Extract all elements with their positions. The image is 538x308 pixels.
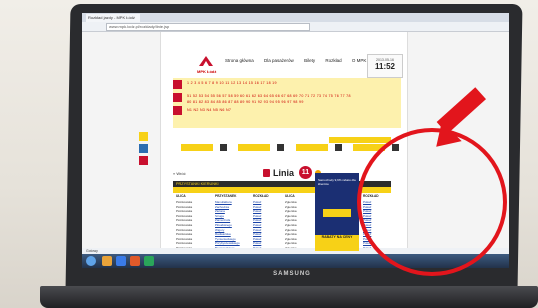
laptop-brand: SAMSUNG (273, 271, 311, 277)
table-cell: Piotrkowska (176, 209, 193, 214)
filter-chip-arrow[interactable] (334, 144, 342, 151)
filter-chip[interactable] (181, 144, 213, 151)
night-bus-icon (173, 106, 182, 115)
clock-time: 11:52 (374, 62, 396, 71)
table-cell: Piotrkowska (176, 204, 193, 209)
mpk-logo-icon (199, 56, 213, 66)
folder-icon[interactable] (102, 256, 112, 266)
lookup-box[interactable] (329, 137, 391, 143)
side-tabs (139, 132, 149, 168)
column-header: ULICA (285, 194, 295, 198)
table-cell: Piotrkowska (176, 218, 193, 223)
browser-tab[interactable]: Rozkład jazdy - MPK Łódź (86, 14, 140, 22)
table-cell[interactable]: Tymienieckiego (215, 237, 236, 241)
ad-body: Samochody 9,9% rabatu dla klientów (318, 178, 356, 186)
filter-chip[interactable] (238, 144, 271, 151)
browser-tabbar: Rozkład jazdy - MPK Łódź (82, 13, 509, 22)
table-cell[interactable]: Pokaż (253, 200, 261, 204)
column-header: ULICA (176, 194, 186, 198)
browser-icon[interactable] (116, 256, 126, 266)
table-cell: Piotrkowska (176, 200, 193, 204)
side-tab[interactable] (139, 156, 148, 165)
table-cell[interactable]: Manufaktura (215, 200, 232, 204)
nav-item[interactable]: Strona główna (225, 58, 254, 63)
table-cell: Zgierska (285, 213, 297, 218)
filter-row (181, 144, 406, 152)
nav-item[interactable]: Dla pasażerów (264, 58, 294, 63)
table-cell: Zgierska (285, 227, 297, 232)
line-title: Linia (273, 168, 295, 178)
nav-item[interactable]: Rozkład (325, 58, 341, 63)
nav-item[interactable]: O MPK (352, 58, 367, 63)
table-cell: Piotrkowska (176, 223, 193, 227)
start-icon[interactable] (86, 256, 96, 266)
bus-lines[interactable]: 51 52 53 54 55 56 57 58 59 60 61 62 63 6… (187, 94, 351, 98)
table-cell[interactable]: Wigury (215, 228, 224, 232)
table-cell: Zgierska (285, 209, 297, 214)
table-cell[interactable]: Zielona (215, 209, 225, 213)
bus-lines-more[interactable]: 80 81 82 83 84 85 86 87 88 89 90 91 92 9… (187, 100, 304, 104)
logo-text: MPK Łódź (197, 69, 217, 74)
bus-icon (263, 169, 270, 177)
table-cell[interactable]: Pokaż (253, 205, 261, 209)
table-cell[interactable]: Piłsudskiego (215, 223, 232, 227)
table-cell: Piotrkowska (176, 232, 193, 237)
table-cell[interactable]: Pokaż (253, 232, 261, 236)
table-cell[interactable]: Pokaż (253, 228, 261, 232)
side-tab[interactable] (139, 132, 148, 141)
table-cell[interactable]: Przybyszewskiego (215, 241, 240, 245)
bus-icon (173, 93, 182, 102)
filter-chip-arrow[interactable] (220, 144, 227, 151)
table-cell: Piotrkowska (176, 241, 193, 246)
table-cell: Zgierska (285, 232, 297, 237)
filter-chip-arrow[interactable] (277, 144, 285, 151)
lines-panel: 1 2 3 4 5 6 7 8 9 10 11 12 13 14 15 16 1… (173, 78, 401, 128)
table-cell: Zgierska (285, 241, 297, 246)
ad-footer[interactable]: RABATY NA CENY (315, 235, 359, 251)
table-cell[interactable]: Pokaż (253, 223, 261, 227)
table-cell: Zgierska (285, 218, 297, 223)
table-cell[interactable]: Zamenhofa (215, 218, 230, 222)
table-cell: Piotrkowska (176, 236, 193, 241)
table-cell[interactable]: Radwańska (215, 232, 231, 236)
night-lines[interactable]: N1 N2 N3 N4 N5 N6 N7 (187, 108, 231, 112)
ad-banner[interactable]: Samochody 9,9% rabatu dla klientów (315, 173, 359, 235)
column-header: PRZYSTANEK (215, 194, 237, 198)
table-cell: Piotrkowska (176, 213, 193, 218)
column-header: ROZKŁAD (253, 194, 269, 198)
line-number-badge: 11 (299, 166, 312, 179)
url-field[interactable]: www.mpk.lodz.pl/rozklady/linie.jsp (106, 23, 310, 31)
table-cell: Zgierska (285, 200, 297, 204)
table-cell: Zgierska (285, 236, 297, 241)
table-cell: Zgierska (285, 204, 297, 209)
media-icon[interactable] (130, 256, 140, 266)
table-cell[interactable]: Pokaż (253, 209, 261, 213)
table-cell[interactable]: Zachodnia (215, 205, 229, 209)
table-cell: Zgierska (285, 223, 297, 227)
tram-lines[interactable]: 1 2 3 4 5 6 7 8 9 10 11 12 13 14 15 16 1… (187, 81, 277, 85)
back-link[interactable]: « Wróć (173, 171, 186, 176)
laptop-base (40, 286, 538, 308)
table-cell[interactable]: Pokaż (253, 214, 261, 218)
table-cell[interactable]: Pokaż (253, 237, 261, 241)
table-cell[interactable]: Pokaż (253, 218, 261, 222)
tram-icon (173, 80, 182, 89)
side-tab[interactable] (139, 144, 148, 153)
clock-box: 2013-05-16 11:52 (367, 54, 403, 78)
table-cell[interactable]: Pokaż (253, 241, 261, 245)
filter-chip[interactable] (295, 144, 328, 151)
ad-car-image (323, 209, 351, 217)
app-icon[interactable] (144, 256, 154, 266)
annotation-circle (357, 128, 507, 276)
nav-item[interactable]: Bilety (304, 58, 315, 63)
browser-address-bar: www.mpk.lodz.pl/rozklady/linie.jsp (82, 22, 509, 32)
table-cell: Piotrkowska (176, 227, 193, 232)
table-cell[interactable]: Struga (215, 214, 224, 218)
